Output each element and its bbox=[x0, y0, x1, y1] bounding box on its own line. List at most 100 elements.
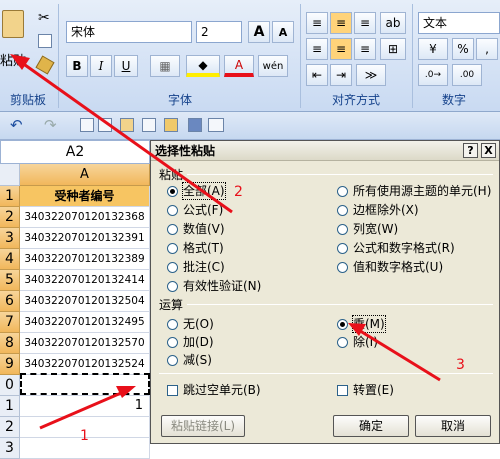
header-cell[interactable]: 受种者编号 bbox=[20, 186, 150, 207]
row-header[interactable]: 1 bbox=[0, 396, 20, 417]
table-cell[interactable]: 340322070120132414 bbox=[20, 270, 150, 291]
row-header[interactable]: 1 bbox=[0, 186, 20, 207]
font-size-combo[interactable]: 2 bbox=[196, 21, 242, 43]
dialog-title: 选择性粘贴 bbox=[151, 141, 499, 161]
row-header[interactable]: 4 bbox=[0, 249, 20, 270]
table-cell[interactable]: 340322070120132368 bbox=[20, 207, 150, 228]
transpose-label: 转置(E) bbox=[353, 383, 394, 397]
row-header[interactable]: 6 bbox=[0, 291, 20, 312]
radio-option[interactable]: 数值(V) bbox=[167, 221, 225, 237]
shrink-font-button[interactable]: A bbox=[272, 21, 294, 43]
radio-option[interactable]: 批注(C) bbox=[167, 259, 225, 275]
percent-button[interactable]: % bbox=[452, 38, 474, 60]
table-cell[interactable]: 340322070120132570 bbox=[20, 333, 150, 354]
bold-button[interactable]: B bbox=[66, 55, 88, 77]
radio-label: 乘(M) bbox=[352, 315, 386, 333]
orientation-icon[interactable]: ab bbox=[380, 12, 406, 34]
italic-button[interactable]: I bbox=[90, 55, 112, 77]
radio-label: 公式(F) bbox=[183, 203, 224, 217]
font-color-button[interactable]: A bbox=[224, 55, 254, 77]
radio-option[interactable]: 除(I) bbox=[337, 334, 378, 350]
print-icon[interactable] bbox=[142, 118, 156, 132]
skip-blanks-checkbox[interactable]: 跳过空单元(B) bbox=[167, 382, 261, 398]
radio-option[interactable]: 值和数字格式(U) bbox=[337, 259, 443, 275]
radio-option[interactable]: 减(S) bbox=[167, 352, 212, 368]
align-top-icon[interactable]: ≡ bbox=[306, 12, 328, 34]
radio-option[interactable]: 格式(T) bbox=[167, 240, 224, 256]
radio-option[interactable]: 加(D) bbox=[167, 334, 214, 350]
merge-icon[interactable]: ⊞ bbox=[380, 38, 406, 60]
font-name-combo[interactable]: 宋体 bbox=[66, 21, 192, 43]
radio-option[interactable]: 公式(F) bbox=[167, 202, 223, 218]
underline-button[interactable]: U bbox=[114, 55, 138, 77]
row-header[interactable]: 7 bbox=[0, 312, 20, 333]
radio-option[interactable]: 乘(M) bbox=[337, 315, 386, 333]
select-all-corner[interactable] bbox=[0, 164, 20, 186]
table-cell[interactable]: 340322070120132495 bbox=[20, 312, 150, 333]
folder-icon[interactable] bbox=[164, 118, 178, 132]
transpose-checkbox[interactable]: 转置(E) bbox=[337, 382, 394, 398]
row-header[interactable]: 5 bbox=[0, 270, 20, 291]
increase-decimal-icon[interactable]: .0→ bbox=[418, 64, 448, 86]
grow-font-button[interactable]: A bbox=[248, 21, 270, 43]
comma-button[interactable]: , bbox=[476, 38, 498, 60]
radio-option[interactable]: 无(O) bbox=[167, 316, 214, 332]
align-left-icon[interactable]: ≡ bbox=[306, 38, 328, 60]
paste-link-button[interactable]: 粘贴链接(L) bbox=[161, 415, 245, 437]
decrease-indent-icon[interactable]: ⇤ bbox=[306, 64, 328, 86]
paste-special-dialog: 选择性粘贴 ? X 粘贴 全部(A) 公式(F) 数值(V) 格式(T) 批注(C) 有效… bbox=[150, 140, 500, 444]
row-header[interactable]: 3 bbox=[0, 228, 20, 249]
align-middle-icon[interactable]: ≡ bbox=[330, 12, 352, 34]
table-cell[interactable]: 340322070120132504 bbox=[20, 291, 150, 312]
row-header[interactable]: 0 bbox=[0, 375, 20, 396]
decrease-decimal-icon[interactable]: .00 bbox=[452, 64, 482, 86]
radio-option[interactable]: 全部(A) bbox=[167, 182, 226, 200]
paste-qat-icon[interactable] bbox=[120, 118, 134, 132]
divider bbox=[187, 304, 493, 305]
align-right-icon[interactable]: ≡ bbox=[354, 38, 376, 60]
row-header[interactable]: 2 bbox=[0, 417, 20, 438]
radio-option[interactable]: 边框除外(X) bbox=[337, 202, 419, 218]
camera-icon[interactable] bbox=[208, 118, 224, 132]
undo-icon[interactable]: ↶ bbox=[10, 116, 23, 134]
paste-button[interactable]: 粘贴 bbox=[0, 4, 28, 80]
column-header-a[interactable]: A bbox=[20, 164, 150, 186]
open-icon[interactable] bbox=[98, 118, 112, 132]
borders-icon[interactable]: ▦ bbox=[150, 55, 180, 77]
radio-option[interactable]: 公式和数字格式(R) bbox=[337, 240, 455, 256]
align-bottom-icon[interactable]: ≡ bbox=[354, 12, 376, 34]
cancel-button[interactable]: 取消 bbox=[415, 415, 491, 437]
name-box[interactable]: A2 bbox=[0, 140, 150, 164]
text-direction-icon[interactable]: ≫ bbox=[356, 64, 386, 86]
new-icon[interactable] bbox=[80, 118, 94, 132]
table-cell[interactable]: 340322070120132389 bbox=[20, 249, 150, 270]
radio-option[interactable]: 列宽(W) bbox=[337, 221, 398, 237]
help-button[interactable]: ? bbox=[463, 143, 478, 158]
fill-color-icon[interactable]: ◆ bbox=[186, 55, 220, 77]
row-header[interactable]: 3 bbox=[0, 438, 20, 459]
close-button[interactable]: X bbox=[481, 143, 496, 158]
radio-option[interactable]: 有效性验证(N) bbox=[167, 278, 261, 294]
cut-icon[interactable]: ✂ bbox=[38, 10, 50, 26]
increase-indent-icon[interactable]: ⇥ bbox=[330, 64, 352, 86]
format-painter-icon[interactable] bbox=[35, 55, 55, 75]
row-header[interactable]: 8 bbox=[0, 333, 20, 354]
radio-button bbox=[337, 204, 348, 216]
radio-label: 值和数字格式(U) bbox=[353, 260, 444, 274]
save-icon[interactable] bbox=[188, 118, 202, 132]
row-header[interactable]: 9 bbox=[0, 354, 20, 375]
quick-access-toolbar: ↶ ↷ bbox=[0, 112, 500, 140]
currency-icon[interactable]: ¥ bbox=[418, 38, 448, 60]
redo-icon[interactable]: ↷ bbox=[44, 116, 57, 134]
radio-option[interactable]: 所有使用源主题的单元(H) bbox=[337, 183, 491, 199]
table-cell[interactable]: 340322070120132524 bbox=[20, 354, 150, 375]
number-format-combo[interactable]: 文本 bbox=[418, 12, 500, 34]
radio-label: 有效性验证(N) bbox=[183, 279, 262, 293]
align-center-icon[interactable]: ≡ bbox=[330, 38, 352, 60]
ok-button[interactable]: 确定 bbox=[333, 415, 409, 437]
copy-icon[interactable] bbox=[38, 34, 52, 48]
phonetic-button[interactable]: wén bbox=[258, 55, 288, 77]
table-cell[interactable]: 340322070120132391 bbox=[20, 228, 150, 249]
table-cell[interactable]: 1 bbox=[20, 396, 150, 417]
row-header[interactable]: 2 bbox=[0, 207, 20, 228]
